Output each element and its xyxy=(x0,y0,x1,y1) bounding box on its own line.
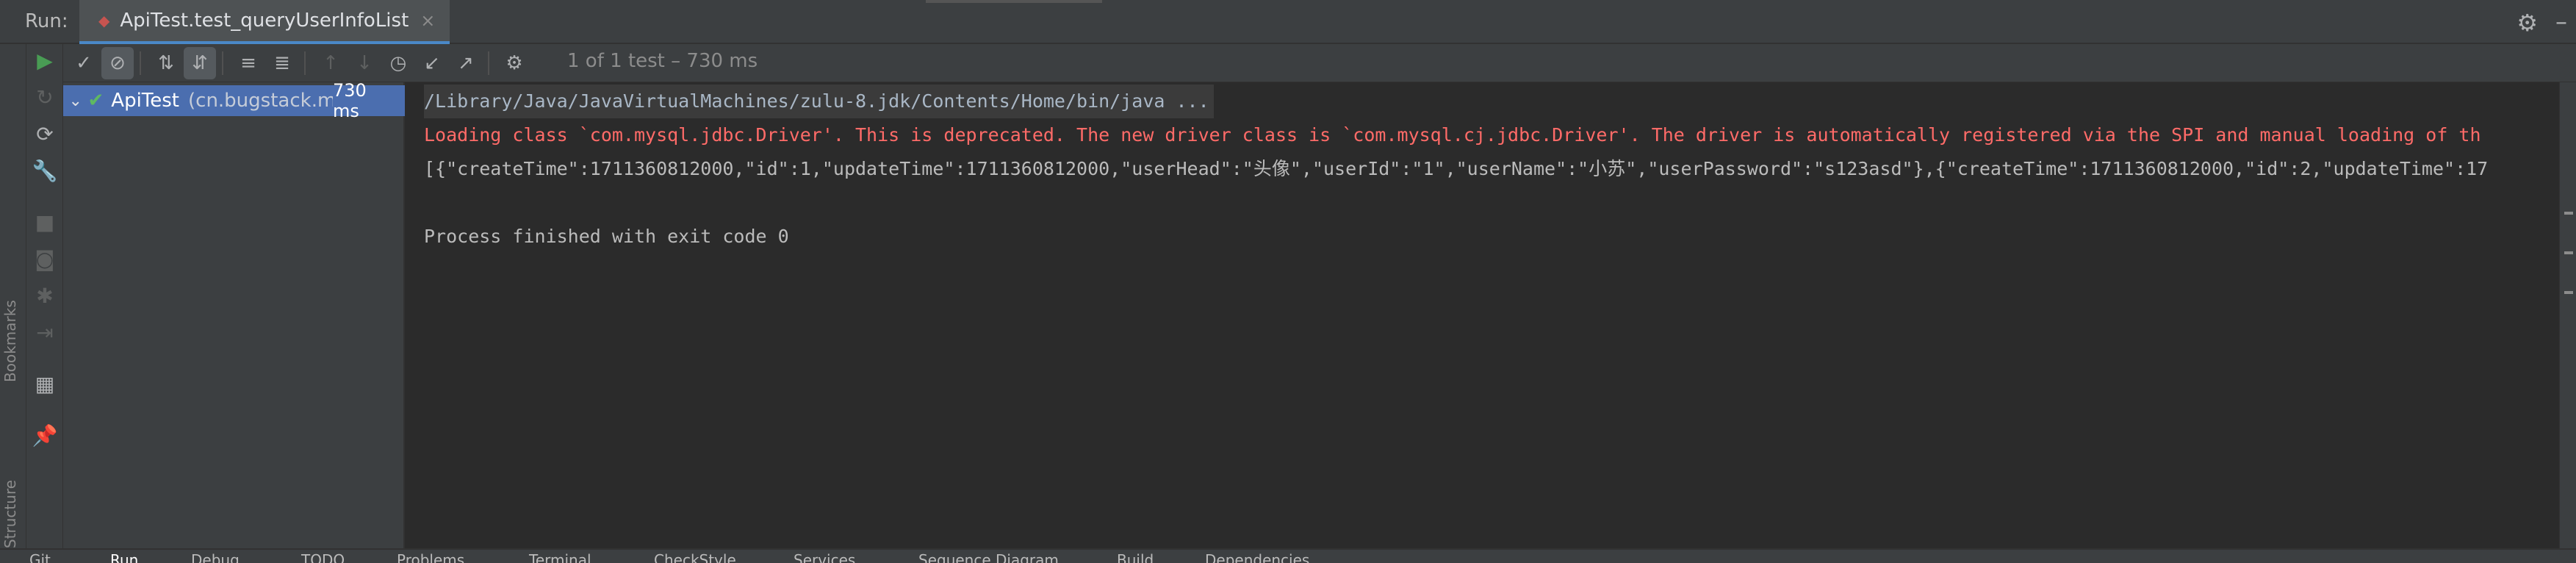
test-config-icon: ◆ xyxy=(98,12,110,29)
run-config-tab-title: ApiTest.test_queryUserInfoList xyxy=(120,10,409,32)
run-panel-header: Run: ◆ ApiTest.test_queryUserInfoList × … xyxy=(0,0,2576,44)
test-toolbar: ✓ ⊘ ⇅ ⇵ ≡ ≣ ↑ ↓ ◷ ↙ ↗ ⚙ 1 of 1 test – 73… xyxy=(63,44,2576,82)
toggle-auto-test-icon[interactable]: ⟳ xyxy=(26,122,63,146)
stop-icon[interactable]: ■ xyxy=(26,210,63,234)
console-side-toolbar xyxy=(2559,82,2576,548)
show-passed-icon[interactable]: ✓ xyxy=(68,47,100,79)
minimize-icon[interactable]: – xyxy=(2555,7,2567,35)
collapse-all-icon[interactable]: ≣ xyxy=(266,47,298,79)
export-results-icon[interactable]: ↗ xyxy=(450,47,482,79)
tool-todo[interactable]: TODO xyxy=(301,551,345,563)
test-class-package: (cn.bugstack.m xyxy=(188,90,333,112)
test-class-name: ApiTest xyxy=(111,90,179,112)
gear-icon[interactable]: ⚙ xyxy=(2516,9,2538,37)
pin-icon[interactable]: 📌 xyxy=(26,423,63,448)
tool-window-bar: Git Run Debug TODO Problems Terminal Che… xyxy=(0,548,2576,563)
toolbar-separator xyxy=(222,51,223,75)
test-status-text: 1 of 1 test – 730 ms xyxy=(567,50,758,72)
structure-tool-label[interactable]: Structure xyxy=(1,480,19,548)
console-output-line: [{"createTime":1711360812000,"id":1,"upd… xyxy=(424,158,2489,179)
soft-wrap-icon[interactable] xyxy=(2564,212,2573,215)
chevron-down-icon[interactable]: ⌄ xyxy=(63,92,87,110)
run-actions-column: ▶ ↻ ⟳ 🔧 ■ ◙ ✱ ⇥ ▦ 📌 xyxy=(26,44,63,548)
sort-alphabetically-icon[interactable]: ⇅ xyxy=(150,47,182,79)
left-tool-strip: Bookmarks Structure xyxy=(0,44,26,548)
run-config-tab[interactable]: ◆ ApiTest.test_queryUserInfoList × xyxy=(79,0,450,44)
tool-run[interactable]: Run xyxy=(110,551,138,563)
test-tree: ⌄ ✔ ApiTest (cn.bugstack.m 730 ms xyxy=(63,80,405,548)
console-output[interactable]: /Library/Java/JavaVirtualMachines/zulu-8… xyxy=(406,82,2559,548)
tool-build[interactable]: Build xyxy=(1117,551,1154,563)
toolbar-separator xyxy=(488,51,489,75)
rerun-failed-icon[interactable]: ↻ xyxy=(26,85,63,110)
run-label: Run: xyxy=(25,10,68,32)
tool-terminal[interactable]: Terminal xyxy=(529,551,591,563)
history-icon[interactable]: ◷ xyxy=(382,47,414,79)
export-icon[interactable]: ⇥ xyxy=(26,320,63,345)
bookmarks-tool-label[interactable]: Bookmarks xyxy=(1,300,19,382)
toolbar-separator xyxy=(304,51,306,75)
console-command-line[interactable]: /Library/Java/JavaVirtualMachines/zulu-8… xyxy=(424,85,1214,118)
tool-services[interactable]: Services xyxy=(794,551,855,563)
editor-edge xyxy=(926,0,1102,3)
next-failed-icon[interactable]: ↓ xyxy=(348,47,381,79)
tool-checkstyle[interactable]: CheckStyle xyxy=(654,551,736,563)
test-tree-root[interactable]: ⌄ ✔ ApiTest (cn.bugstack.m 730 ms xyxy=(63,80,405,121)
show-ignored-icon[interactable]: ⊘ xyxy=(101,47,134,79)
expand-all-icon[interactable]: ≡ xyxy=(232,47,265,79)
test-duration: 730 ms xyxy=(333,80,367,121)
console-warning-line: Loading class `com.mysql.jdbc.Driver'. T… xyxy=(424,124,2481,146)
console-exit-line: Process finished with exit code 0 xyxy=(424,226,789,247)
settings-icon[interactable]: ⚙ xyxy=(498,47,530,79)
check-icon: ✔ xyxy=(87,90,104,112)
wrench-icon[interactable]: 🔧 xyxy=(26,159,63,183)
sort-by-duration-icon[interactable]: ⇵ xyxy=(184,47,216,79)
scroll-to-end-icon[interactable] xyxy=(2564,251,2573,254)
layout-icon[interactable]: ▦ xyxy=(26,372,63,396)
tool-dependencies[interactable]: Dependencies xyxy=(1205,551,1309,563)
camera-icon[interactable]: ◙ xyxy=(26,247,63,271)
print-icon[interactable] xyxy=(2564,291,2573,294)
close-icon[interactable]: × xyxy=(420,10,435,31)
bug-icon[interactable]: ✱ xyxy=(26,284,63,308)
tool-git[interactable]: Git xyxy=(29,551,51,563)
toolbar-separator xyxy=(140,51,141,75)
rerun-icon[interactable]: ▶ xyxy=(26,49,63,73)
tool-sequence-diagram[interactable]: Sequence Diagram xyxy=(918,551,1059,563)
tool-problems[interactable]: Problems xyxy=(397,551,464,563)
previous-failed-icon[interactable]: ↑ xyxy=(314,47,347,79)
tool-debug[interactable]: Debug xyxy=(191,551,240,563)
import-tests-icon[interactable]: ↙ xyxy=(416,47,448,79)
